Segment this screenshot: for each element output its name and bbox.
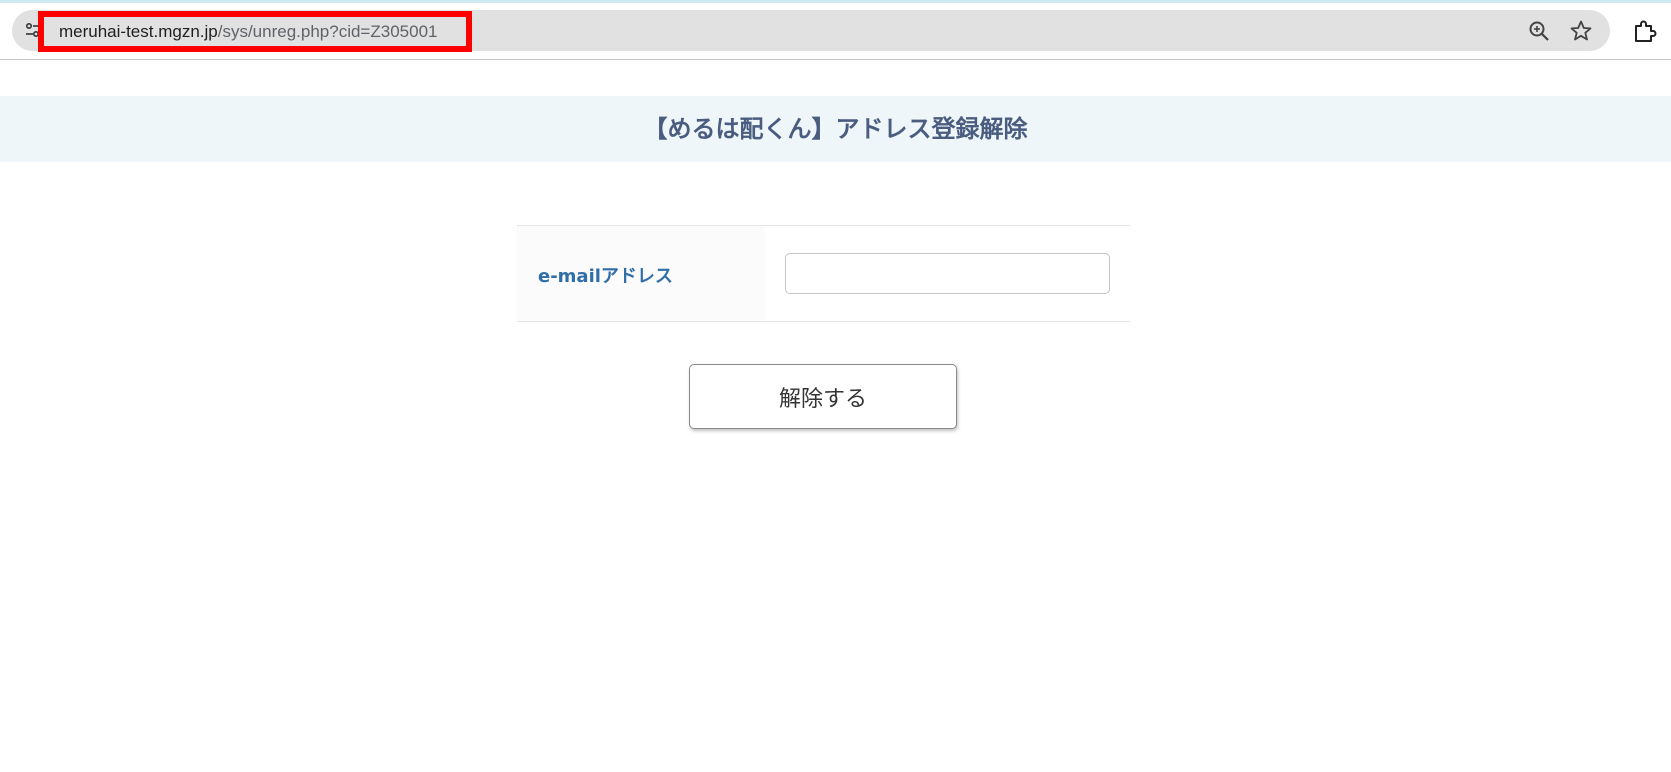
unsubscribe-button[interactable]: 解除する: [689, 364, 957, 429]
email-input[interactable]: [785, 253, 1110, 294]
email-label: e-mailアドレス: [538, 266, 673, 287]
unsubscribe-form: e-mailアドレス: [517, 225, 1130, 322]
zoom-in-icon[interactable]: [1528, 20, 1550, 42]
star-icon[interactable]: [1569, 19, 1593, 43]
label-cell: e-mailアドレス: [517, 226, 765, 321]
url-highlight-box: [38, 11, 472, 52]
tab-strip-accent: [0, 0, 1671, 3]
page-title: 【めるは配くん】アドレス登録解除: [643, 115, 1028, 143]
browser-toolbar: meruhai-test.mgzn.jp/sys/unreg.php?cid=Z…: [0, 0, 1671, 60]
puzzle-icon[interactable]: [1632, 18, 1658, 44]
